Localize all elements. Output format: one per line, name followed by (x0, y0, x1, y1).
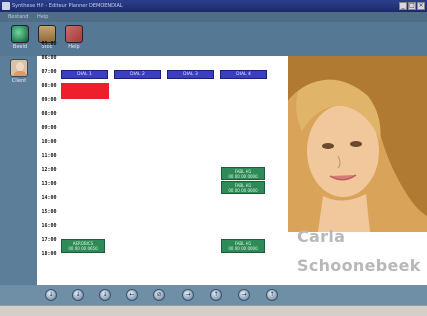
toolbar-label-help: Help (68, 44, 80, 50)
time-label: 17:00 (41, 237, 57, 243)
appointment-block[interactable]: AEROBICS 00 00 00 0650 (61, 239, 105, 253)
time-label: 10:00 (41, 139, 57, 145)
arrow-right-icon: → (241, 291, 247, 298)
time-label: 16:00 (41, 223, 57, 229)
minimize-button[interactable]: _ (399, 2, 407, 10)
time-label: 15:00 (41, 209, 57, 215)
nav-down-button-2[interactable]: ↓ (72, 289, 84, 301)
time-label: 09:00 (41, 97, 57, 103)
schedule-panel: 05:00 06:00 07:00 08:00 09:00 08:00 09:00 10:00… (37, 41, 427, 285)
menu-bestand[interactable]: Bestand (8, 14, 28, 20)
window-title: Synthese Hi! - Editeur Planner DEMOENDIA… (12, 3, 123, 9)
globe-icon (11, 25, 29, 43)
book-icon (65, 25, 83, 43)
arrow-down-icon: ↓ (102, 291, 108, 298)
time-label: 08:00 (41, 111, 57, 117)
appointment-sub: 00 00 00 0000 (228, 188, 258, 193)
menu-help[interactable]: Help (37, 14, 48, 20)
column-header-dial-4[interactable]: DIAL 4 (220, 70, 267, 79)
menu-bar: Bestand Help (0, 12, 427, 22)
appointment-sub: 00 00 00 0000 (228, 174, 258, 179)
appointment-block[interactable]: FABL H1 00 00 00 0000 (221, 181, 265, 194)
time-label: 11:00 (41, 153, 57, 159)
busy-slot-block[interactable] (61, 83, 109, 99)
nav-down-button-1[interactable]: ↓ (45, 289, 57, 301)
toolbar-label-beeld: Beeld (12, 44, 28, 50)
nav-left-button[interactable]: ← (126, 289, 138, 301)
nav-top-button[interactable]: ↑ (266, 289, 278, 301)
arrow-right-icon: → (185, 291, 191, 298)
time-label: 18:00 (41, 251, 57, 257)
window-controls: _ □ × (399, 2, 425, 10)
column-header-dial-1[interactable]: DIAL 1 (61, 70, 108, 79)
title-bar: Synthese Hi! - Editeur Planner DEMOENDIA… (0, 0, 427, 12)
maximize-button[interactable]: □ (408, 2, 416, 10)
appointment-block[interactable]: FABL H1 00 00 00 0000 (221, 239, 265, 253)
client-first-name: Carla (297, 227, 346, 246)
cancel-icon: ⊘ (156, 291, 162, 298)
time-label: 14:00 (41, 195, 57, 201)
appointment-block[interactable]: FABL H1 00 00 00 0000 (221, 167, 265, 180)
arrow-down-icon: ↓ (75, 291, 81, 298)
time-label: 12:00 (41, 167, 57, 173)
toolbar-button-beeld[interactable]: Beeld (9, 25, 31, 50)
client-label: Client (11, 78, 27, 84)
time-label: 07:00 (41, 69, 57, 75)
time-label: 09:00 (41, 125, 57, 131)
client-button[interactable]: Client (8, 59, 30, 84)
time-label: 08:00 (41, 83, 57, 89)
arrow-up-icon: ↑ (269, 291, 275, 298)
app-icon (2, 2, 10, 10)
time-label: 06:00 (41, 55, 57, 61)
column-header-dial-2[interactable]: DIAL 2 (114, 70, 161, 79)
nav-up-button[interactable]: ↑ (210, 289, 222, 301)
close-button[interactable]: × (417, 2, 425, 10)
client-last-name: Schoonebeek (297, 256, 421, 275)
arrow-left-icon: ← (129, 291, 135, 298)
nav-forward-button[interactable]: → (238, 289, 250, 301)
nav-right-button[interactable]: → (182, 289, 194, 301)
time-label: 05:00 (41, 41, 57, 47)
sidebar: Client (0, 56, 37, 292)
appointment-sub: 00 00 00 0000 (228, 246, 258, 251)
client-photo (288, 56, 427, 232)
status-bar (0, 305, 427, 316)
toolbar-button-help[interactable]: Help (63, 25, 85, 50)
toolbar: Beeld Stoc Help (0, 22, 427, 56)
client-avatar-icon (10, 59, 28, 77)
column-header-dial-3[interactable]: DIAL 3 (167, 70, 214, 79)
arrow-up-icon: ↑ (213, 291, 219, 298)
appointment-sub: 00 00 00 0650 (68, 246, 98, 251)
time-label: 13:00 (41, 181, 57, 187)
nav-cancel-button[interactable]: ⊘ (153, 289, 165, 301)
nav-down-button-3[interactable]: ↓ (99, 289, 111, 301)
arrow-down-icon: ↓ (48, 291, 54, 298)
client-portrait-image (288, 56, 427, 232)
